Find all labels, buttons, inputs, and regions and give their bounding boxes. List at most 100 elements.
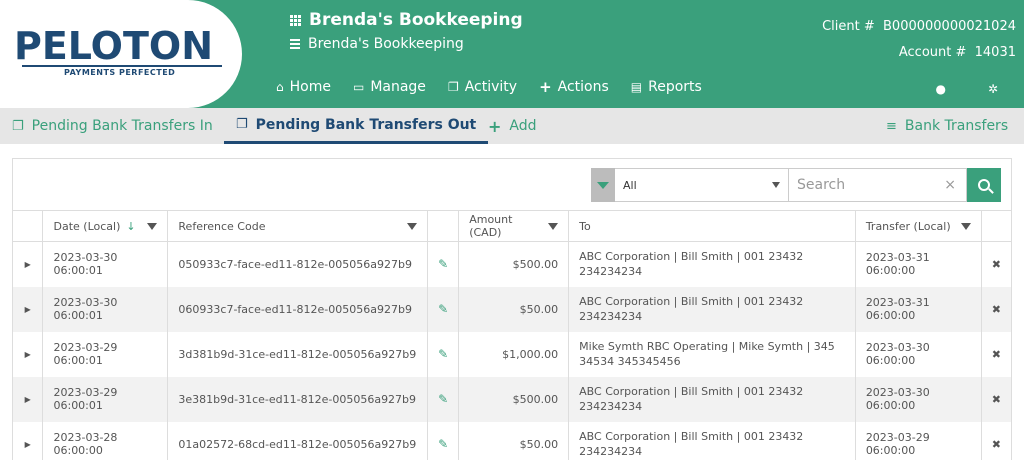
col-transfer[interactable]: Transfer (Local)	[855, 210, 982, 242]
nav-activity-label: Activity	[464, 79, 518, 95]
cell-to: ABC Corporation | Bill Smith | 001 23432…	[568, 421, 856, 460]
edit-icon[interactable]: ✎	[427, 421, 460, 460]
plus-icon: +	[539, 78, 552, 96]
col-reference[interactable]: Reference Code	[167, 210, 429, 242]
cell-to-line2: 234234234	[579, 310, 643, 323]
page-title-text: Brenda's Bookkeeping	[309, 10, 523, 30]
cell-to-line2: 34534 345345456	[579, 355, 681, 368]
col-edit	[427, 210, 460, 242]
sort-down-icon[interactable]: ↓	[126, 220, 135, 233]
search-input[interactable]: Search ×	[789, 168, 967, 202]
account-number: 14031	[974, 45, 1016, 60]
search-button[interactable]	[967, 168, 1001, 202]
col-to[interactable]: To	[568, 210, 856, 242]
expand-icon[interactable]: ▶	[13, 421, 44, 460]
col-amount[interactable]: Amount (CAD)	[458, 210, 570, 242]
filter-button[interactable]	[591, 168, 615, 202]
cell-to-line2: 234234234	[579, 400, 643, 413]
table-row[interactable]: ▶ 2023-03-30 06:00:01 050933c7-face-ed11…	[13, 241, 1011, 287]
cell-transfer: 2023-03-31 06:00:00	[855, 286, 982, 332]
cell-amount: $50.00	[458, 286, 570, 332]
edit-icon[interactable]: ✎	[427, 241, 460, 287]
delete-icon[interactable]: ✖	[981, 332, 1011, 377]
nav-manage[interactable]: ▭ Manage	[353, 78, 426, 96]
nav-reports[interactable]: ▤ Reports	[631, 78, 702, 96]
tab-bank-transfers[interactable]: ≡ Bank Transfers	[886, 108, 1008, 144]
delete-icon[interactable]: ✖	[981, 242, 1011, 287]
cell-to-line1: Mike Symth RBC Operating | Mike Symth | …	[579, 340, 835, 353]
tab-add-label: Add	[509, 118, 537, 134]
edit-icon[interactable]: ✎	[427, 331, 460, 377]
page-subtitle-text: Brenda's Bookkeeping	[308, 36, 464, 52]
nav-activity[interactable]: ❐ Activity	[448, 78, 517, 96]
table-row[interactable]: ▶ 2023-03-28 06:00:00 01a02572-68cd-ed11…	[13, 421, 1011, 460]
filter-select[interactable]: All	[615, 168, 789, 202]
user-icon[interactable]: ●	[935, 82, 945, 96]
logo-tagline: PAYMENTS PERFECTED	[64, 68, 176, 77]
delete-icon[interactable]: ✖	[981, 377, 1011, 422]
cell-to: Mike Symth RBC Operating | Mike Symth | …	[568, 331, 856, 377]
cell-date: 2023-03-28 06:00:00	[42, 421, 169, 460]
gear-icon[interactable]: ✲	[988, 82, 998, 96]
edit-icon[interactable]: ✎	[427, 376, 460, 422]
filter-icon[interactable]	[548, 222, 559, 230]
cell-date: 2023-03-30 06:00:01	[42, 286, 169, 332]
tab-add[interactable]: + Add	[488, 108, 537, 144]
col-delete	[981, 210, 1011, 242]
cell-date: 2023-03-30 06:00:01	[42, 241, 169, 287]
logo-divider	[22, 65, 222, 67]
col-reference-label: Reference Code	[178, 219, 266, 233]
tab-pending-out[interactable]: ❐ Pending Bank Transfers Out	[224, 108, 489, 144]
cell-transfer: 2023-03-30 06:00:00	[855, 331, 982, 377]
transfers-table: Date (Local) ↓ Reference Code Amount (CAD…	[13, 210, 1011, 460]
cell-transfer: 2023-03-29 06:00:00	[855, 421, 982, 460]
tab-pending-in-label: Pending Bank Transfers In	[31, 118, 213, 134]
cell-amount: $500.00	[458, 241, 570, 287]
nav-manage-label: Manage	[370, 79, 426, 95]
table-row[interactable]: ▶ 2023-03-29 06:00:01 3e381b9d-31ce-ed11…	[13, 376, 1011, 422]
cell-reference: 01a02572-68cd-ed11-812e-005056a927b9	[167, 421, 429, 460]
cell-reference: 3e381b9d-31ce-ed11-812e-005056a927b9	[167, 376, 429, 422]
cell-reference: 3d381b9d-31ce-ed11-812e-005056a927b9	[167, 331, 429, 377]
filter-icon[interactable]	[147, 222, 158, 230]
expand-icon[interactable]: ▶	[13, 376, 44, 422]
search-icon	[978, 179, 990, 191]
client-label: Client #	[822, 19, 875, 34]
tab-pending-in[interactable]: ❐ Pending Bank Transfers In	[12, 108, 213, 144]
delete-icon[interactable]: ✖	[981, 422, 1011, 460]
cell-amount: $1,000.00	[458, 331, 570, 377]
logo[interactable]: PELOTON PAYMENTS PERFECTED	[0, 0, 242, 108]
col-expand	[13, 210, 44, 242]
cell-to-line1: ABC Corporation | Bill Smith | 001 23432	[579, 250, 804, 264]
cell-to: ABC Corporation | Bill Smith | 001 23432…	[568, 241, 856, 287]
nav-actions[interactable]: + Actions	[539, 78, 609, 96]
col-transfer-label: Transfer (Local)	[865, 219, 951, 233]
nav-home-label: Home	[289, 79, 331, 95]
nav-home[interactable]: ⌂ Home	[276, 78, 331, 96]
cell-amount: $50.00	[458, 421, 570, 460]
filter-select-value: All	[623, 178, 637, 192]
client-number: B000000000021024	[883, 19, 1016, 34]
list-icon	[290, 39, 300, 49]
expand-icon[interactable]: ▶	[13, 331, 44, 377]
col-date-label: Date (Local)	[53, 219, 121, 233]
cell-transfer: 2023-03-31 06:00:00	[855, 241, 982, 287]
edit-icon[interactable]: ✎	[427, 286, 460, 332]
expand-icon[interactable]: ▶	[13, 241, 44, 287]
filter-icon[interactable]	[960, 222, 971, 230]
report-icon: ▤	[630, 80, 643, 94]
delete-icon[interactable]: ✖	[981, 287, 1011, 332]
table-row[interactable]: ▶ 2023-03-30 06:00:01 060933c7-face-ed11…	[13, 286, 1011, 332]
cell-reference: 050933c7-face-ed11-812e-005056a927b9	[167, 241, 429, 287]
expand-icon[interactable]: ▶	[13, 286, 44, 332]
col-date[interactable]: Date (Local) ↓	[42, 210, 169, 242]
document-icon: ❐	[236, 117, 248, 132]
filter-icon[interactable]	[407, 222, 418, 230]
col-to-label: To	[579, 219, 591, 233]
table-row[interactable]: ▶ 2023-03-29 06:00:01 3d381b9d-31ce-ed11…	[13, 331, 1011, 377]
clear-icon[interactable]: ×	[944, 177, 956, 193]
caret-down-icon	[772, 182, 780, 188]
filter-row: All Search ×	[591, 168, 1001, 202]
filter-icon	[597, 181, 609, 189]
cell-reference: 060933c7-face-ed11-812e-005056a927b9	[167, 286, 429, 332]
